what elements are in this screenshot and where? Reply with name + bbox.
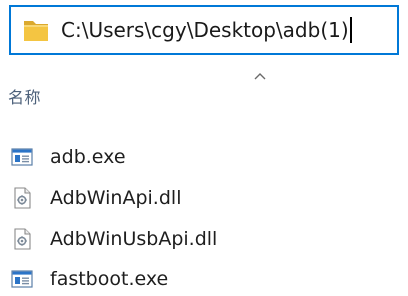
dll-file-icon [11, 187, 33, 209]
address-path-input[interactable]: C:\Users\cgy\Desktop\adb(1) [61, 7, 352, 53]
file-name: AdbWinApi.dll [50, 187, 182, 209]
application-exe-icon [11, 146, 33, 168]
address-bar[interactable]: C:\Users\cgy\Desktop\adb(1) [9, 5, 399, 55]
folder-icon [22, 16, 50, 44]
file-row-fastboot-exe[interactable]: fastboot.exe [0, 262, 408, 296]
file-name: adb.exe [50, 146, 126, 168]
dll-file-icon [11, 228, 33, 250]
column-header-label: 名称 [8, 88, 42, 107]
text-caret [349, 17, 352, 43]
file-name: fastboot.exe [50, 268, 169, 290]
file-row-adbwinusbapi-dll[interactable]: AdbWinUsbApi.dll [0, 222, 408, 256]
application-exe-icon [11, 268, 33, 290]
address-path-text: C:\Users\cgy\Desktop\adb(1) [61, 18, 349, 42]
file-row-adb-exe[interactable]: adb.exe [0, 140, 408, 174]
file-row-adbwinapi-dll[interactable]: AdbWinApi.dll [0, 181, 408, 215]
sort-ascending-arrow-icon[interactable] [253, 66, 267, 80]
column-header-name[interactable]: 名称 [8, 84, 41, 108]
file-name: AdbWinUsbApi.dll [50, 228, 218, 250]
